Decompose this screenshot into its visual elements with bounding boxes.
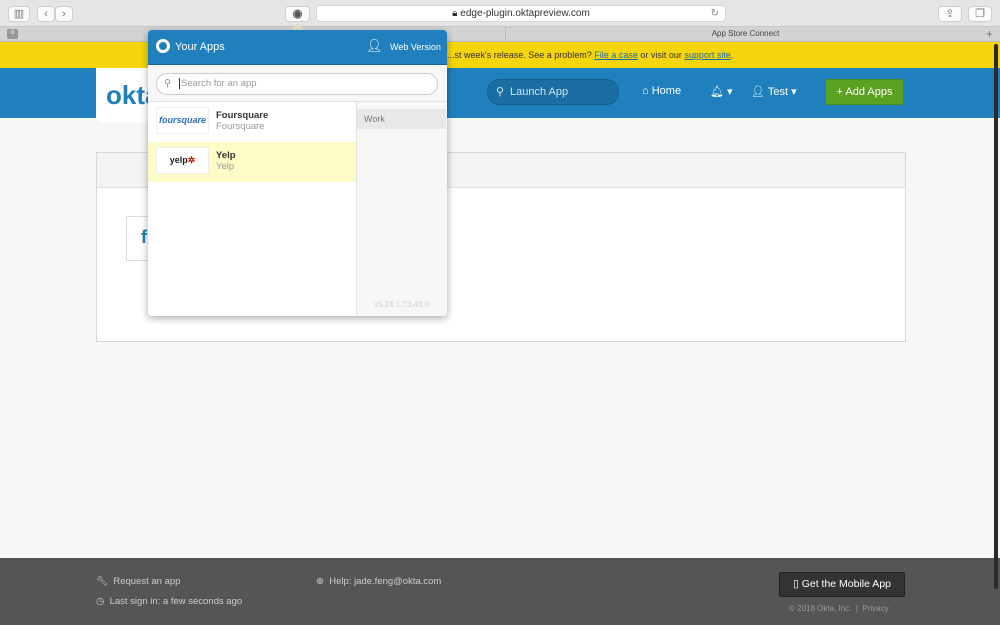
popup-header: Your Apps 👤︎ Web Version: [148, 30, 447, 65]
url-text: edge-plugin.oktapreview.com: [460, 8, 590, 19]
banner-text-mid: or visit our: [640, 50, 682, 60]
help-text: Help: jade.feng@okta.com: [329, 576, 442, 587]
share-icon[interactable]: ⇪: [938, 6, 962, 22]
home-icon: ⌂: [642, 85, 649, 97]
okta-extension-icon[interactable]: ◉: [285, 6, 310, 22]
yelp-logo-text: yelp: [169, 155, 188, 165]
bell-icon: 🔔︎: [710, 86, 724, 98]
request-label: Request an app: [113, 576, 181, 587]
search-icon: ⚲: [496, 86, 505, 98]
home-link[interactable]: ⌂ Home: [642, 85, 681, 97]
browser-toolbar: ▥ ‹ › ◉ 🔒︎ edge-plugin.oktapreview.com ↻ …: [0, 0, 1000, 27]
banner-text: ...st week's release. See a problem?: [447, 50, 592, 60]
new-tab-button[interactable]: +: [986, 27, 993, 41]
foursquare-logo: foursquare: [156, 107, 209, 134]
home-label: Home: [651, 85, 682, 97]
forward-button[interactable]: ›: [55, 6, 73, 22]
last-sign-in: ◷ Last sign in: a few seconds ago: [96, 596, 242, 607]
app-name: Yelp: [216, 150, 236, 161]
launch-app-search[interactable]: ⚲ Launch App: [487, 79, 619, 105]
reload-icon[interactable]: ↻: [711, 6, 719, 22]
category-sidebar: Work v5.24.1.73.48.0: [356, 102, 447, 316]
app-search-input[interactable]: ⚲ Search for an app: [156, 73, 438, 95]
popup-search-area: ⚲ Search for an app: [148, 65, 447, 102]
user-name: Test: [767, 86, 789, 98]
sidebar-toggle-icon[interactable]: ▥: [8, 6, 30, 22]
get-mobile-app-button[interactable]: ▯ Get the Mobile App: [779, 572, 905, 597]
yelp-logo: yelp✲: [156, 147, 209, 174]
notifications-button[interactable]: 🔔︎ ▾: [710, 85, 733, 98]
user-menu[interactable]: 👤︎ Test ▾: [751, 85, 797, 98]
lifebuoy-icon: ⊕: [316, 576, 324, 587]
popup-title: Your Apps: [175, 41, 225, 53]
banner-period: .: [730, 50, 734, 60]
plus-icon: +: [836, 86, 843, 98]
help-link[interactable]: ⊕ Help: jade.feng@okta.com: [316, 576, 441, 587]
file-case-link[interactable]: File a case: [594, 50, 638, 60]
phone-icon: ▯: [792, 578, 799, 590]
address-bar[interactable]: 🔒︎ edge-plugin.oktapreview.com ↻: [316, 5, 726, 22]
clock-icon: ◷: [96, 596, 105, 607]
launch-placeholder: Launch App: [510, 86, 569, 98]
add-apps-button[interactable]: + Add Apps: [825, 79, 904, 105]
last-sign-in-text: Last sign in: a few seconds ago: [109, 596, 243, 607]
mobile-label: Get the Mobile App: [801, 578, 891, 590]
support-site-link[interactable]: support site: [684, 50, 731, 60]
category-work[interactable]: Work: [357, 109, 446, 129]
search-placeholder: Search for an app: [179, 78, 257, 89]
app-item-yelp[interactable]: yelp✲ Yelp Yelp: [148, 142, 356, 182]
privacy-link[interactable]: Privacy: [862, 604, 888, 613]
your-apps-popup: Your Apps 👤︎ Web Version ⚲ Search for an …: [148, 30, 447, 316]
tabs-icon[interactable]: ❐: [968, 6, 992, 22]
app-name: Foursquare: [216, 110, 269, 121]
scrollbar[interactable]: [994, 44, 998, 589]
copyright: © 2018 Okta, Inc.: [789, 604, 852, 613]
back-button[interactable]: ‹: [37, 6, 55, 22]
user-icon: 👤︎: [751, 86, 765, 98]
app-subtitle: Foursquare: [216, 121, 265, 132]
version-label: v5.24.1.73.48.0: [373, 300, 430, 309]
user-icon[interactable]: 👤︎: [366, 38, 383, 54]
app-subtitle: Yelp: [216, 161, 235, 172]
web-version-link[interactable]: Web Version: [390, 42, 441, 52]
lock-icon: 🔒︎: [452, 8, 458, 19]
wrench-icon: 🔧︎: [96, 576, 109, 587]
add-apps-label: Add Apps: [845, 86, 893, 98]
app-item-foursquare[interactable]: foursquare Foursquare Foursquare: [148, 102, 356, 142]
tab-app-store-connect[interactable]: App Store Connect: [505, 27, 985, 41]
pinned-tab-icon[interactable]: o: [7, 29, 18, 39]
search-icon: ⚲: [164, 78, 171, 89]
popup-caret: [291, 23, 305, 30]
request-app-link[interactable]: 🔧︎ Request an app: [96, 576, 180, 587]
okta-ring-icon: [156, 39, 170, 53]
